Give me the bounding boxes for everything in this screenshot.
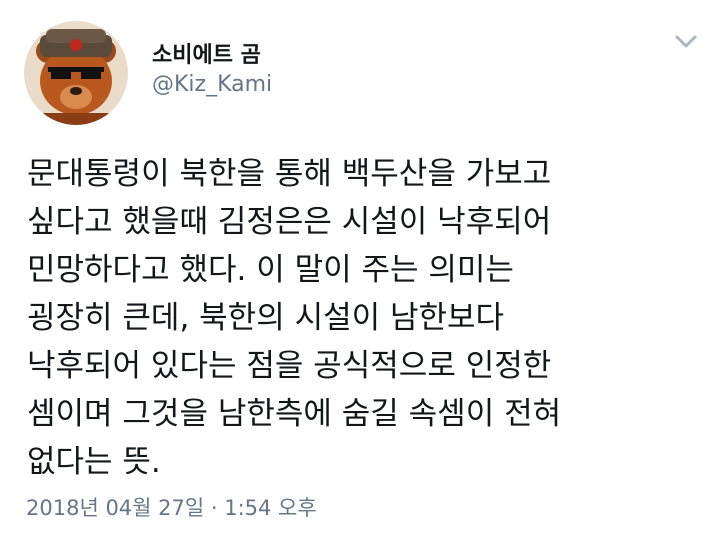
tweet-text: 문대통령이 북한을 통해 백두산을 가보고 싶다고 했을때 김정은은 시설이 낙… (27, 150, 707, 486)
tweet-text-line: 굉장히 큰데, 북한의 시설이 남한보다 (27, 300, 505, 336)
tweet-text-line: 문대통령이 북한을 통해 백두산을 가보고 (27, 156, 552, 192)
profile-avatar[interactable] (24, 21, 128, 125)
display-name[interactable]: 소비에트 곰 (152, 37, 261, 69)
user-handle[interactable]: @Kiz_Kami (152, 72, 272, 97)
tweet-timestamp[interactable]: 2018년 04월 27일 · 1:54 오후 (26, 492, 317, 522)
tweet-text-line: 없다는 뜻. (27, 444, 161, 480)
tweet-text-line: 민망하다고 했다. 이 말이 주는 의미는 (27, 252, 514, 288)
tweet-card: 소비에트 곰 @Kiz_Kami 문대통령이 북한을 통해 백두산을 가보고 싶… (0, 0, 720, 537)
chevron-down-icon[interactable] (672, 32, 700, 52)
tweet-text-line: 셈이며 그것을 남한측에 숨길 속셈이 전혀 (27, 396, 562, 432)
tweet-text-line: 싶다고 했을때 김정은은 시설이 낙후되어 (27, 204, 552, 240)
tweet-text-line: 낙후되어 있다는 점을 공식적으로 인정한 (27, 348, 552, 384)
bear-avatar-icon (24, 21, 128, 125)
